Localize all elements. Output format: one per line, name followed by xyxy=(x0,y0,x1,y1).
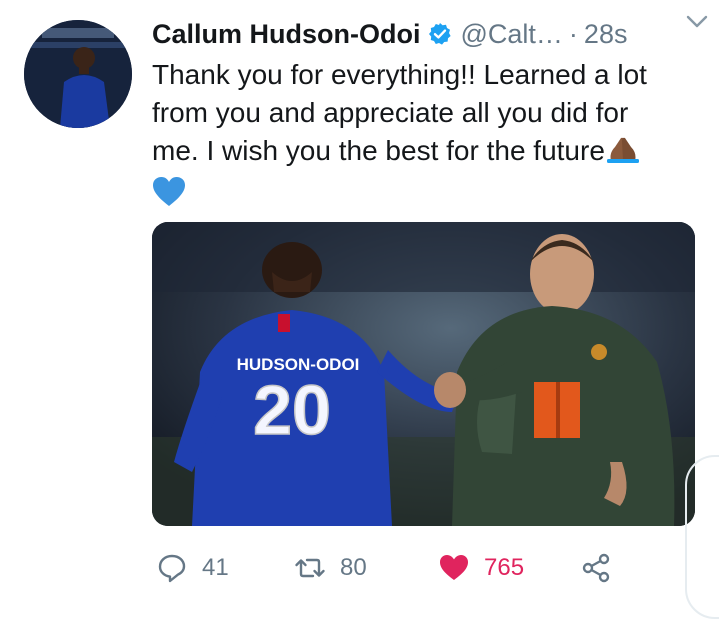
reply-button[interactable]: 41 xyxy=(156,548,229,588)
separator-dot: · xyxy=(568,18,578,49)
tweet-actions: 41 80 765 xyxy=(152,548,672,588)
tweet-text-line: Thank you for everything!! Learned a lot xyxy=(152,59,647,90)
chevron-down-icon[interactable] xyxy=(685,12,709,32)
verified-badge-icon xyxy=(428,22,452,46)
blue-heart-emoji-icon xyxy=(152,176,186,208)
jersey-number: 20 xyxy=(253,371,331,449)
tweet-text: Thank you for everything!! Learned a lot… xyxy=(152,56,692,208)
tweet-header: Callum Hudson-Odoi @Calt… · 28s xyxy=(152,12,699,56)
tweet-timestamp[interactable]: 28s xyxy=(584,19,628,50)
folded-hands-emoji-icon xyxy=(605,135,641,163)
reply-count: 41 xyxy=(202,554,229,581)
reply-icon xyxy=(158,554,186,583)
tweet-photo[interactable]: HUDSON-ODOI 20 xyxy=(152,222,695,526)
author-name[interactable]: Callum Hudson-Odoi xyxy=(152,19,420,50)
tweet[interactable]: Callum Hudson-Odoi @Calt… · 28s Thank yo… xyxy=(0,0,719,619)
tweet-text-line: from you and appreciate all you did for xyxy=(152,97,629,128)
like-count: 765 xyxy=(484,554,525,581)
avatar[interactable] xyxy=(24,20,132,128)
heart-filled-icon xyxy=(440,555,468,580)
author-handle[interactable]: @Calt… xyxy=(460,19,562,50)
retweet-count: 80 xyxy=(340,554,367,581)
retweet-button[interactable]: 80 xyxy=(294,548,367,588)
tweet-text-line: me. I wish you the best for the future xyxy=(152,132,692,170)
like-button[interactable]: 765 xyxy=(438,548,524,588)
tweet-text-segment: me. I wish you the best for the future xyxy=(152,135,605,166)
share-button[interactable] xyxy=(580,548,612,588)
scroll-indicator xyxy=(685,455,719,619)
retweet-icon xyxy=(295,558,325,578)
share-icon xyxy=(582,553,610,583)
